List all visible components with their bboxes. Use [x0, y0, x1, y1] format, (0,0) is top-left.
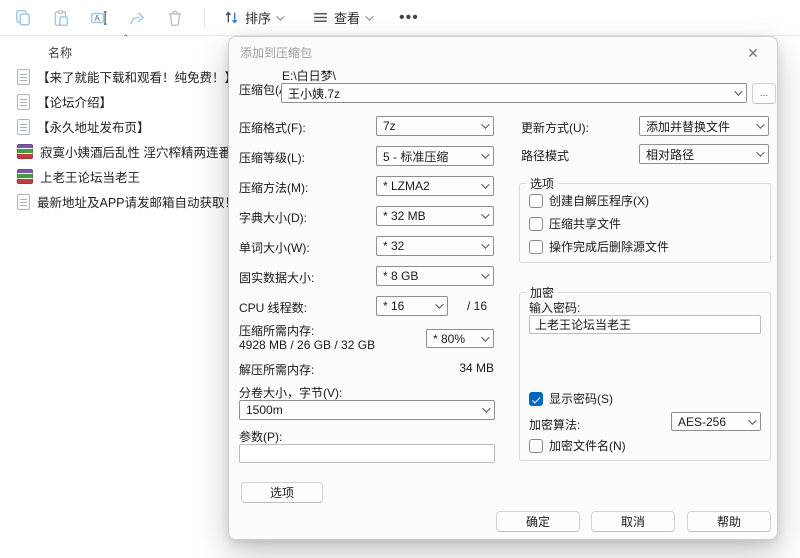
- level-label: 压缩等级(L):: [239, 149, 305, 166]
- method-select[interactable]: * LZMA2: [376, 176, 494, 196]
- encryption-method-select[interactable]: AES-256: [671, 412, 761, 431]
- view-menu[interactable]: 查看: [304, 4, 379, 32]
- options-button[interactable]: 选项: [241, 482, 323, 503]
- checkbox-icon[interactable]: [529, 392, 543, 406]
- encrypt-filenames-checkbox[interactable]: 加密文件名(N): [529, 437, 626, 454]
- checkbox-icon[interactable]: [529, 439, 543, 453]
- update-mode-label: 更新方式(U):: [521, 119, 589, 136]
- checkbox-icon[interactable]: [529, 194, 543, 208]
- explorer-toolbar: A 排序 查看 •••: [0, 0, 800, 36]
- sort-icon: [223, 9, 240, 26]
- chevron-down-icon: [481, 240, 489, 248]
- help-button[interactable]: 帮助: [687, 511, 771, 532]
- toolbar-divider: [204, 8, 205, 28]
- chevron-down-icon: [435, 300, 443, 308]
- delete-after-checkbox[interactable]: 操作完成后删除源文件: [529, 238, 669, 255]
- solid-block-select[interactable]: * 8 GB: [376, 266, 494, 286]
- chevron-down-icon: [481, 180, 489, 188]
- checkbox-icon[interactable]: [529, 240, 543, 254]
- name-column-header[interactable]: 名称: [48, 44, 72, 61]
- list-item[interactable]: 最新地址及APP请发邮箱自动获取！！！: [0, 189, 225, 214]
- view-icon: [312, 9, 329, 26]
- copy-icon[interactable]: [7, 4, 39, 32]
- archive-file-icon: [17, 169, 33, 184]
- more-options-icon[interactable]: •••: [389, 9, 429, 27]
- sort-menu[interactable]: 排序: [215, 4, 290, 32]
- chevron-down-icon: [276, 12, 284, 20]
- chevron-down-icon: [481, 210, 489, 218]
- volume-size-label: 分卷大小，字节(V):: [239, 384, 342, 401]
- list-item[interactable]: 【永久地址发布页】: [0, 114, 225, 139]
- encryption-method-label: 加密算法:: [529, 416, 580, 433]
- text-file-icon: [17, 119, 30, 135]
- memory-compress-label: 压缩所需内存:: [239, 322, 314, 339]
- format-label: 压缩格式(F):: [239, 119, 306, 136]
- cancel-button[interactable]: 取消: [591, 511, 675, 532]
- format-select[interactable]: 7z: [376, 116, 494, 136]
- password-label: 输入密码:: [529, 299, 580, 316]
- chevron-down-icon: [481, 333, 489, 341]
- update-mode-select[interactable]: 添加并替换文件: [639, 116, 769, 136]
- text-file-icon: [17, 69, 30, 85]
- dialog-title: 添加到压缩包: [240, 44, 312, 61]
- cpu-threads-select[interactable]: * 16: [376, 296, 448, 316]
- chevron-down-icon: [482, 404, 490, 412]
- solid-block-label: 固实数据大小:: [239, 269, 314, 286]
- list-item[interactable]: 【论坛介绍】: [0, 89, 225, 114]
- chevron-down-icon: [481, 270, 489, 278]
- archive-file-icon: [17, 144, 33, 159]
- chevron-down-icon: [481, 120, 489, 128]
- path-mode-label: 路径模式: [521, 147, 569, 164]
- word-size-label: 单词大小(W):: [239, 239, 310, 256]
- parameters-input[interactable]: [239, 444, 495, 463]
- chevron-down-icon: [481, 150, 489, 158]
- svg-text:A: A: [95, 13, 101, 22]
- dictionary-label: 字典大小(D):: [239, 209, 307, 226]
- checkbox-icon[interactable]: [529, 217, 543, 231]
- dictionary-select[interactable]: * 32 MB: [376, 206, 494, 226]
- cpu-threads-label: CPU 线程数:: [239, 299, 307, 316]
- chevron-down-icon: [748, 416, 756, 424]
- password-input[interactable]: [529, 315, 761, 334]
- view-label: 查看: [334, 8, 360, 27]
- create-sfx-checkbox[interactable]: 创建自解压程序(X): [529, 192, 649, 209]
- chevron-down-icon: [734, 87, 742, 95]
- method-label: 压缩方法(M):: [239, 179, 308, 196]
- chevron-down-icon: [756, 148, 764, 156]
- sort-ascending-indicator: ⌃: [122, 33, 130, 44]
- share-icon[interactable]: [121, 4, 153, 32]
- parameters-label: 参数(P):: [239, 428, 282, 445]
- text-file-icon: [17, 94, 30, 110]
- sort-label: 排序: [245, 8, 271, 27]
- add-to-archive-dialog: 添加到压缩包 ✕ 压缩包(A) E:\白日梦\ 王小姨.7z ... 压缩格式(…: [228, 36, 778, 540]
- cpu-threads-max: / 16: [467, 299, 487, 313]
- archive-dir: E:\白日梦\: [282, 67, 336, 84]
- chevron-down-icon: [756, 120, 764, 128]
- compress-shared-checkbox[interactable]: 压缩共享文件: [529, 215, 621, 232]
- memory-decompress-value: 34 MB: [429, 361, 494, 375]
- chevron-down-icon: [365, 12, 373, 20]
- show-password-checkbox[interactable]: 显示密码(S): [529, 390, 613, 407]
- browse-button[interactable]: ...: [752, 83, 776, 104]
- delete-icon[interactable]: [159, 4, 191, 32]
- list-item[interactable]: 上老王论坛当老王: [0, 164, 225, 189]
- archive-name-combobox[interactable]: 王小姨.7z: [281, 83, 747, 103]
- ok-button[interactable]: 确定: [496, 511, 580, 532]
- list-item[interactable]: 寂寞小姨酒后乱性 淫穴榨精两连番: [0, 139, 225, 164]
- word-size-select[interactable]: * 32: [376, 236, 494, 256]
- path-mode-select[interactable]: 相对路径: [639, 144, 769, 164]
- close-icon[interactable]: ✕: [741, 42, 765, 64]
- text-file-icon: [17, 194, 30, 210]
- memory-decompress-label: 解压所需内存:: [239, 361, 314, 378]
- rename-icon[interactable]: A: [83, 4, 115, 32]
- paste-icon[interactable]: [45, 4, 77, 32]
- memory-compress-detail: 4928 MB / 26 GB / 32 GB: [239, 338, 375, 352]
- level-select[interactable]: 5 - 标准压缩: [376, 146, 494, 166]
- options-group-legend: 选项: [526, 175, 558, 192]
- volume-size-combobox[interactable]: 1500m: [239, 400, 495, 420]
- file-list: 【来了就能下载和观看！纯免费！】 【论坛介绍】 【永久地址发布页】 寂寞小姨酒后…: [0, 64, 225, 214]
- memory-usage-select[interactable]: * 80%: [426, 329, 494, 348]
- list-item[interactable]: 【来了就能下载和观看！纯免费！】: [0, 64, 225, 89]
